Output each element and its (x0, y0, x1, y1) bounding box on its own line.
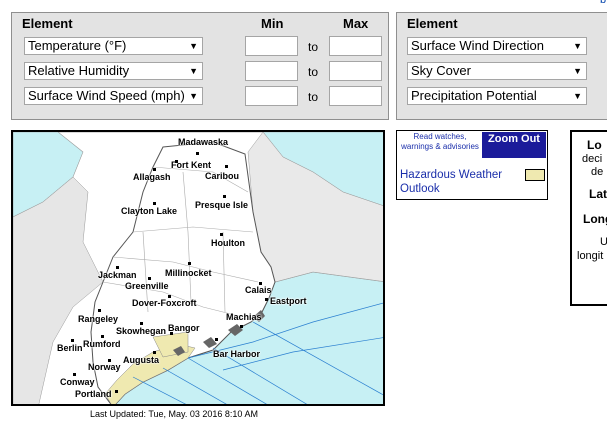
city-label: Rumford (83, 339, 121, 349)
min-input-1[interactable] (245, 36, 298, 56)
element-select-4[interactable]: Surface Wind Direction ▼ (407, 37, 587, 55)
city-marker (115, 390, 118, 393)
city-marker (175, 160, 178, 163)
element-select-1[interactable]: Temperature (°F) ▼ (24, 37, 203, 55)
city-marker (153, 351, 156, 354)
city-label: Caribou (205, 171, 240, 181)
city-label: Dover-Foxcroft (132, 298, 197, 308)
city-label: Jackman (98, 270, 137, 280)
city-marker (101, 335, 104, 338)
info-line: Lat (589, 187, 607, 201)
city-label: Greenville (125, 281, 169, 291)
city-label: Conway (60, 377, 95, 387)
dropdown-arrow-icon: ▼ (189, 91, 198, 101)
city-marker (108, 359, 111, 362)
city-marker (223, 195, 226, 198)
forecast-map[interactable]: Madawaska Fort Kent Caribou Allagash Pre… (11, 130, 385, 406)
element-select-5[interactable]: Sky Cover ▼ (407, 62, 587, 80)
min-header: Min (261, 16, 284, 31)
city-label: Skowhegan (116, 326, 167, 336)
max-header: Max (343, 16, 369, 31)
element-select-panel: Element Surface Wind Direction ▼ Sky Cov… (396, 12, 607, 120)
min-input-2[interactable] (245, 61, 298, 81)
city-label: Presque Isle (195, 200, 249, 210)
city-label: Madawaska (178, 137, 229, 147)
city-marker (116, 266, 119, 269)
element-select-5-value: Sky Cover (411, 63, 471, 78)
city-marker (240, 325, 243, 328)
max-input-3[interactable] (329, 86, 382, 106)
info-line: de (591, 166, 604, 178)
city-marker (220, 233, 223, 236)
to-label: to (308, 90, 319, 104)
city-marker (215, 338, 218, 341)
element-select-3-value: Surface Wind Speed (mph) (28, 88, 185, 103)
max-input-2[interactable] (329, 61, 382, 81)
city-marker (153, 168, 156, 171)
city-label: Bar Harbor (213, 349, 261, 359)
city-label: Rangeley (78, 314, 119, 324)
element-select-1-value: Temperature (°F) (28, 38, 127, 53)
min-input-3[interactable] (245, 86, 298, 106)
dropdown-arrow-icon: ▼ (189, 41, 198, 51)
element-select-3[interactable]: Surface Wind Speed (mph) ▼ (24, 87, 203, 105)
info-line: deci (582, 153, 603, 165)
city-label: Allagash (133, 172, 171, 182)
city-label: Eastport (270, 296, 307, 306)
element-header: Element (22, 16, 73, 31)
element-select-4-value: Surface Wind Direction (411, 38, 544, 53)
info-line: Lo (587, 138, 602, 152)
element-select-2[interactable]: Relative Humidity ▼ (24, 62, 203, 80)
city-marker (73, 373, 76, 376)
to-label: to (308, 40, 319, 54)
max-input-1[interactable] (329, 36, 382, 56)
element-select-2-value: Relative Humidity (28, 63, 130, 78)
top-link[interactable]: b (600, 0, 606, 6)
element-select-6-value: Precipitation Potential (411, 88, 537, 103)
city-label: Portland (75, 389, 112, 399)
city-label: Machias (226, 312, 262, 322)
zoom-out-button[interactable]: Zoom Out (482, 132, 546, 158)
dropdown-arrow-icon: ▼ (573, 41, 582, 51)
location-info-box: Lo deci de Lat Long U longit (570, 130, 607, 306)
last-updated-text: Last Updated: Tue, May. 03 2016 8:10 AM (90, 409, 258, 419)
city-marker (259, 282, 262, 285)
read-watches-link[interactable]: Read watches, warnings & advisories (401, 132, 479, 152)
city-marker (265, 298, 268, 301)
city-marker (196, 152, 199, 155)
city-marker (148, 277, 151, 280)
element-range-panel: Element Min Max Temperature (°F) ▼ to Re… (11, 12, 389, 120)
city-marker (170, 332, 173, 335)
map-legend: Read watches, warnings & advisories Zoom… (396, 130, 548, 200)
city-marker (98, 309, 101, 312)
city-marker (168, 295, 171, 298)
info-line: longit (577, 250, 604, 262)
hazardous-weather-outlook-link[interactable]: Hazardous Weather Outlook (400, 168, 520, 196)
dropdown-arrow-icon: ▼ (573, 91, 582, 101)
city-marker (188, 262, 191, 265)
city-label: Norway (88, 362, 121, 372)
hazard-color-swatch (525, 169, 545, 181)
element-select-6[interactable]: Precipitation Potential ▼ (407, 87, 587, 105)
city-marker (140, 322, 143, 325)
city-marker (71, 339, 74, 342)
info-line: Long (583, 212, 607, 226)
dropdown-arrow-icon: ▼ (189, 66, 198, 76)
city-label: Calais (245, 285, 272, 295)
dropdown-arrow-icon: ▼ (573, 66, 582, 76)
city-label: Clayton Lake (121, 206, 178, 216)
city-label: Millinocket (165, 268, 212, 278)
city-marker (153, 202, 156, 205)
info-line: U (600, 236, 607, 248)
city-label: Houlton (211, 238, 245, 248)
city-label: Augusta (123, 355, 159, 365)
element-header: Element (407, 16, 458, 31)
city-marker (225, 165, 228, 168)
to-label: to (308, 65, 319, 79)
city-label: Berlin (57, 343, 83, 353)
